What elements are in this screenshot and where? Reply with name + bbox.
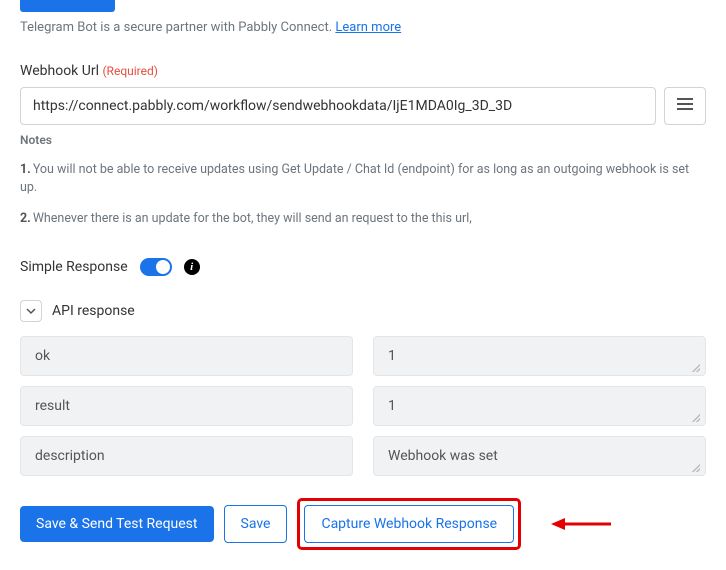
api-response-collapse-button[interactable] (20, 300, 42, 322)
required-tag: (Required) (102, 64, 157, 78)
api-response-label: API response (52, 303, 135, 319)
notes-heading: Notes (20, 133, 706, 147)
intro-static: Telegram Bot is a secure partner with Pa… (20, 20, 332, 35)
api-value-cell[interactable]: 1 (373, 336, 706, 376)
info-icon[interactable]: i (184, 259, 200, 275)
api-key-cell[interactable]: ok (20, 336, 353, 376)
highlight-annotation: Capture Webhook Response (297, 498, 521, 550)
chevron-down-icon (26, 303, 36, 319)
webhook-url-input[interactable] (20, 87, 656, 125)
api-key-cell[interactable]: description (20, 436, 353, 476)
api-key-cell[interactable]: result (20, 386, 353, 426)
learn-more-link[interactable]: Learn more (335, 20, 401, 35)
note-1: 1.You will not be able to receive update… (20, 161, 706, 196)
hamburger-icon (676, 97, 694, 115)
top-button-stub[interactable] (20, 0, 115, 12)
api-value-cell[interactable]: 1 (373, 386, 706, 426)
arrow-annotation (551, 516, 611, 532)
save-send-test-button[interactable]: Save & Send Test Request (20, 506, 214, 542)
simple-response-toggle[interactable] (140, 258, 172, 276)
api-response-grid: ok 1 result 1 description Webhook was se… (20, 336, 706, 476)
webhook-menu-button[interactable] (664, 87, 706, 125)
api-value-cell[interactable]: Webhook was set (373, 436, 706, 476)
webhook-url-label: Webhook Url (Required) (20, 63, 706, 79)
note-2: 2.Whenever there is an update for the bo… (20, 210, 706, 228)
save-button[interactable]: Save (224, 505, 288, 543)
intro-text: Telegram Bot is a secure partner with Pa… (20, 20, 706, 35)
simple-response-label: Simple Response (20, 259, 128, 275)
capture-webhook-response-button[interactable]: Capture Webhook Response (304, 505, 514, 543)
